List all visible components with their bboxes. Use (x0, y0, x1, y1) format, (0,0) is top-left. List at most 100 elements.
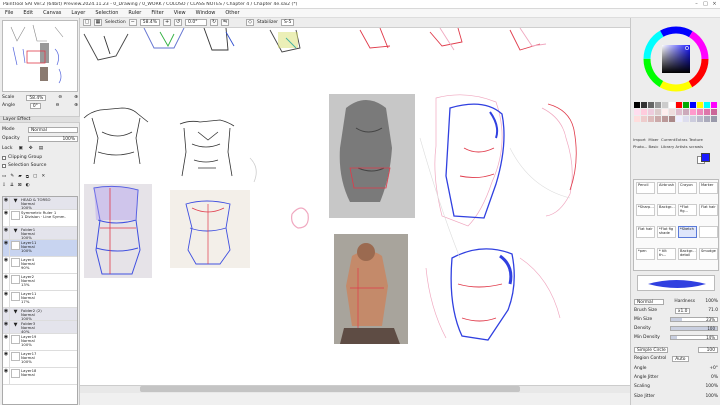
color-swatch[interactable] (641, 102, 647, 108)
lock-alpha-icon[interactable]: ▤ (39, 146, 43, 151)
flip-icon[interactable]: ⇋ (221, 19, 230, 26)
brush-slot[interactable]: Backgr... (657, 204, 676, 216)
merge-all-icon[interactable]: ⇊ (10, 183, 14, 188)
color-swatch[interactable] (697, 109, 703, 115)
color-swatch[interactable] (655, 109, 661, 115)
selection-source-row[interactable]: Selection Source (2, 162, 78, 169)
selection-source-checkbox[interactable] (2, 163, 6, 168)
scaling-value[interactable]: 100% (705, 384, 718, 389)
zoom-in-icon[interactable]: + (163, 19, 172, 26)
rotation-field[interactable]: 0.0° (185, 19, 208, 26)
color-swatch[interactable] (683, 102, 689, 108)
brush-slot[interactable]: * tilt th... (657, 248, 676, 260)
layer-folder[interactable]: ◉ ▼ Folder2 (2) Normal 100% (3, 308, 77, 321)
merge-down-icon[interactable]: ⇩ (2, 183, 6, 188)
color-swatch[interactable] (690, 109, 696, 115)
close-button[interactable]: × (711, 1, 718, 7)
visibility-eye-icon[interactable]: ◉ (3, 308, 10, 320)
brush-slot[interactable]: Airbrush (657, 182, 676, 194)
density-slider[interactable]: 100 (670, 326, 718, 331)
min-size-slider[interactable]: 23% (670, 317, 718, 322)
mask-icon[interactable]: ◐ (26, 183, 30, 188)
layer-row[interactable]: ◉ Layer4 Normal 90% (3, 257, 77, 274)
color-swatch[interactable] (648, 109, 654, 115)
layer-folder[interactable]: ◉ ▼ Folder3 Normal 40% (3, 321, 77, 334)
color-swatch[interactable] (676, 102, 682, 108)
color-swatch[interactable] (634, 109, 640, 115)
menu-other[interactable]: Other (225, 10, 239, 16)
brush-tab[interactable]: Extras (675, 138, 688, 142)
navigator-preview[interactable] (2, 20, 78, 92)
min-density-slider[interactable]: 14% (670, 335, 718, 340)
delete-layer-icon[interactable]: ✕ (41, 174, 45, 179)
zoom-field[interactable]: 58.4% (139, 19, 161, 26)
clear-layer-icon[interactable]: ▢ (33, 174, 37, 179)
color-swatch[interactable] (662, 116, 668, 122)
visibility-eye-icon[interactable]: ◉ (3, 321, 10, 333)
brush-tab[interactable]: Library (661, 145, 674, 149)
lock-move-icon[interactable]: ✥ (29, 146, 33, 151)
layer-list[interactable]: ◉ ▼ HEAD & TORSO Normal 100% ◉ Symmetric Ruler… (2, 196, 78, 405)
color-swatch[interactable] (704, 102, 710, 108)
menu-filter[interactable]: Filter (151, 10, 163, 16)
brush-slot[interactable]: *pen (636, 248, 655, 260)
color-swatch[interactable] (683, 116, 689, 122)
layer-row[interactable]: ◉ Layer17 Normal 100% (3, 351, 77, 368)
lock-pixels-icon[interactable]: ▣ (18, 146, 22, 151)
visibility-eye-icon[interactable]: ◉ (3, 210, 10, 226)
color-swatch[interactable] (662, 109, 668, 115)
color-swatch[interactable] (690, 116, 696, 122)
visibility-eye-icon[interactable]: ◉ (3, 334, 10, 350)
minimize-button[interactable]: – (693, 1, 700, 7)
new-layer-icon[interactable]: ▭ (2, 174, 6, 179)
color-wheel[interactable] (643, 26, 709, 92)
brush-tab[interactable]: Import (633, 138, 646, 142)
color-swatch[interactable] (704, 116, 710, 122)
clipping-checkbox[interactable] (2, 155, 6, 160)
visibility-eye-icon[interactable]: ◉ (3, 291, 10, 307)
brush-slot[interactable]: *Flat fig shade (657, 226, 676, 238)
color-swatch[interactable] (648, 116, 654, 122)
color-swatch[interactable] (697, 102, 703, 108)
brush-slot[interactable]: *Flat fig... (678, 204, 697, 216)
rotate-right-icon[interactable]: ↻ (210, 19, 219, 26)
grid-icon[interactable]: ▦ (94, 19, 102, 26)
copy-layer-icon[interactable]: ⧉ (26, 174, 29, 180)
brush-tab[interactable]: Texture (689, 138, 703, 142)
brush-slot[interactable]: Crayon (678, 182, 697, 194)
visibility-eye-icon[interactable]: ◉ (3, 227, 10, 239)
angle-field[interactable]: 0° (29, 102, 41, 109)
brush-angle-value[interactable]: +0° (709, 366, 718, 371)
new-linework-icon[interactable]: ✎ (10, 174, 14, 179)
color-swatches[interactable] (634, 102, 717, 122)
visibility-eye-icon[interactable]: ◉ (3, 197, 10, 209)
color-swatch[interactable] (662, 102, 668, 108)
scale-minus-icon[interactable]: ⊖ (58, 95, 62, 100)
layer-row[interactable]: ◉ Layer2 Normal 13% (3, 274, 77, 291)
color-swatch[interactable] (711, 116, 717, 122)
color-swatch[interactable] (676, 116, 682, 122)
drawing-canvas[interactable] (80, 28, 630, 385)
brush-slot[interactable]: Marker (699, 182, 718, 194)
brush-slot[interactable]: Flat hair (699, 204, 718, 216)
visibility-eye-icon[interactable]: ◉ (3, 257, 10, 273)
color-swatch[interactable] (655, 102, 661, 108)
menu-selection[interactable]: Selection (95, 10, 118, 16)
blend-mode-select[interactable]: Normal (634, 298, 664, 305)
brush-tab[interactable]: Current (661, 138, 675, 142)
zoom-out-icon[interactable]: − (128, 19, 137, 26)
foreground-color-swatch[interactable] (701, 153, 710, 162)
layer-folder[interactable]: ◉ ▼ HEAD & TORSO Normal 100% (3, 197, 77, 210)
visibility-eye-icon[interactable]: ◉ (3, 274, 10, 290)
visibility-eye-icon[interactable]: ◉ (3, 240, 10, 256)
layer-row[interactable]: ◉ Layer11 Normal 17% (3, 291, 77, 308)
shape-select[interactable]: Simple Circle (634, 346, 668, 353)
color-swatch[interactable] (711, 102, 717, 108)
brush-tab[interactable]: Photo... (633, 145, 647, 149)
color-swatch[interactable] (634, 116, 640, 122)
color-swatch[interactable] (704, 109, 710, 115)
new-icon[interactable]: ▢ (83, 19, 91, 26)
scale-plus-icon[interactable]: ⊕ (74, 95, 78, 100)
brush-tab[interactable]: Basic (647, 145, 660, 149)
menu-edit[interactable]: Edit (23, 10, 33, 16)
